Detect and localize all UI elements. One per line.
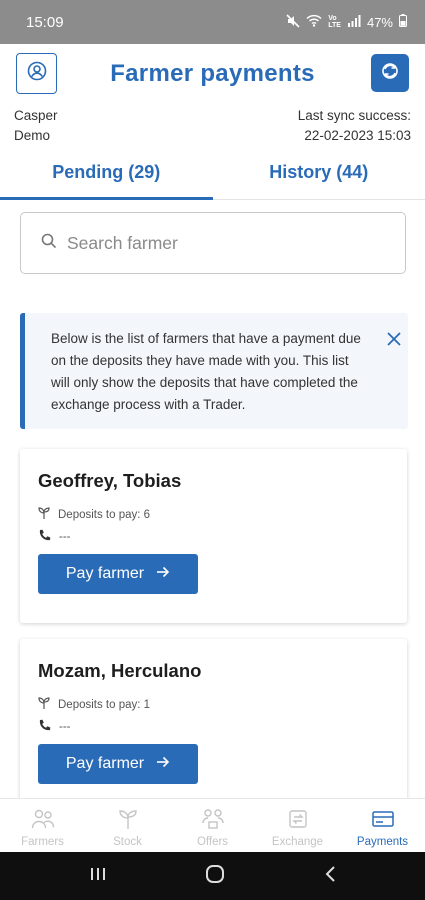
plant-icon	[38, 507, 50, 523]
sync-label: Last sync success:	[297, 108, 411, 123]
plant-icon	[38, 697, 50, 713]
phone-number: ---	[59, 721, 71, 733]
arrow-right-icon	[156, 565, 170, 583]
user-info: Casper Demo	[14, 106, 58, 146]
phone-number: ---	[59, 531, 71, 543]
search-input[interactable]	[67, 232, 367, 254]
deposits-row: Deposits to pay: 6	[38, 507, 150, 523]
nav-offers-label: Offers	[196, 835, 229, 848]
farmers-icon	[31, 808, 55, 833]
system-nav-bar	[0, 852, 425, 900]
phone-icon	[38, 529, 51, 545]
arrow-right-icon	[156, 755, 170, 773]
nav-farmers-label: Farmers	[21, 835, 64, 848]
tab-history[interactable]: History (44)	[213, 152, 425, 199]
battery-percent: 47%	[366, 14, 393, 30]
farmer-name: Geoffrey, Tobias	[38, 470, 182, 491]
recent-apps-icon[interactable]	[89, 866, 107, 887]
exchange-icon	[286, 808, 310, 833]
farmer-card: Mozam, Herculano Deposits to pay: 1 --- …	[20, 639, 407, 813]
volte-icon: Vo LTE	[328, 15, 341, 29]
mute-icon	[286, 13, 300, 31]
page-title: Farmer payments	[110, 60, 315, 87]
signal-icon	[347, 14, 361, 30]
nav-stock[interactable]: Stock	[85, 799, 170, 852]
nav-exchange[interactable]: Exchange	[255, 799, 340, 852]
payments-icon	[371, 808, 395, 833]
nav-payments-label: Payments	[356, 835, 409, 848]
wifi-icon	[306, 14, 322, 30]
search-box	[20, 212, 406, 274]
nav-offers[interactable]: Offers	[170, 799, 255, 852]
pay-farmer-button[interactable]: Pay farmer	[38, 744, 198, 784]
home-icon[interactable]	[205, 864, 225, 889]
user-last-name: Demo	[14, 128, 51, 143]
info-banner: Below is the list of farmers that have a…	[20, 313, 408, 429]
bottom-nav: Farmers Stock Offers Exchange Payments	[0, 798, 425, 852]
tab-bar: Pending (29) History (44)	[0, 152, 425, 200]
sync-button[interactable]	[371, 54, 409, 92]
nav-farmers[interactable]: Farmers	[0, 799, 85, 852]
sync-icon	[380, 61, 400, 86]
pay-farmer-button[interactable]: Pay farmer	[38, 554, 198, 594]
offers-icon	[201, 808, 225, 833]
plant-icon	[117, 808, 139, 833]
nav-exchange-label: Exchange	[271, 835, 324, 848]
phone-row: ---	[38, 529, 71, 545]
status-bar: 15:09 Vo LTE 47%	[0, 0, 425, 44]
nav-payments[interactable]: Payments	[340, 799, 425, 852]
pay-farmer-label: Pay farmer	[65, 565, 145, 582]
user-first-name: Casper	[14, 108, 58, 123]
info-text: Below is the list of farmers that have a…	[51, 331, 361, 412]
sync-datetime: 22-02-2023 15:03	[304, 128, 411, 143]
sync-info: Last sync success: 22-02-2023 15:03	[298, 106, 411, 146]
tab-pending[interactable]: Pending (29)	[0, 152, 213, 200]
phone-row: ---	[38, 719, 71, 735]
farmer-card: Geoffrey, Tobias Deposits to pay: 6 --- …	[20, 449, 407, 623]
farmer-name: Mozam, Herculano	[38, 660, 202, 681]
status-time: 15:09	[26, 13, 64, 31]
search-icon	[41, 233, 57, 254]
nav-stock-label: Stock	[113, 835, 142, 848]
app-header: Farmer payments	[0, 44, 425, 104]
deposits-row: Deposits to pay: 1	[38, 697, 150, 713]
back-icon[interactable]	[324, 865, 336, 888]
deposits-count: Deposits to pay: 6	[58, 509, 151, 521]
battery-icon	[399, 14, 407, 30]
close-icon[interactable]	[384, 331, 404, 351]
pay-farmer-label: Pay farmer	[65, 755, 145, 772]
status-icons: Vo LTE 47%	[286, 13, 407, 31]
deposits-count: Deposits to pay: 1	[58, 699, 151, 711]
phone-icon	[38, 719, 51, 735]
